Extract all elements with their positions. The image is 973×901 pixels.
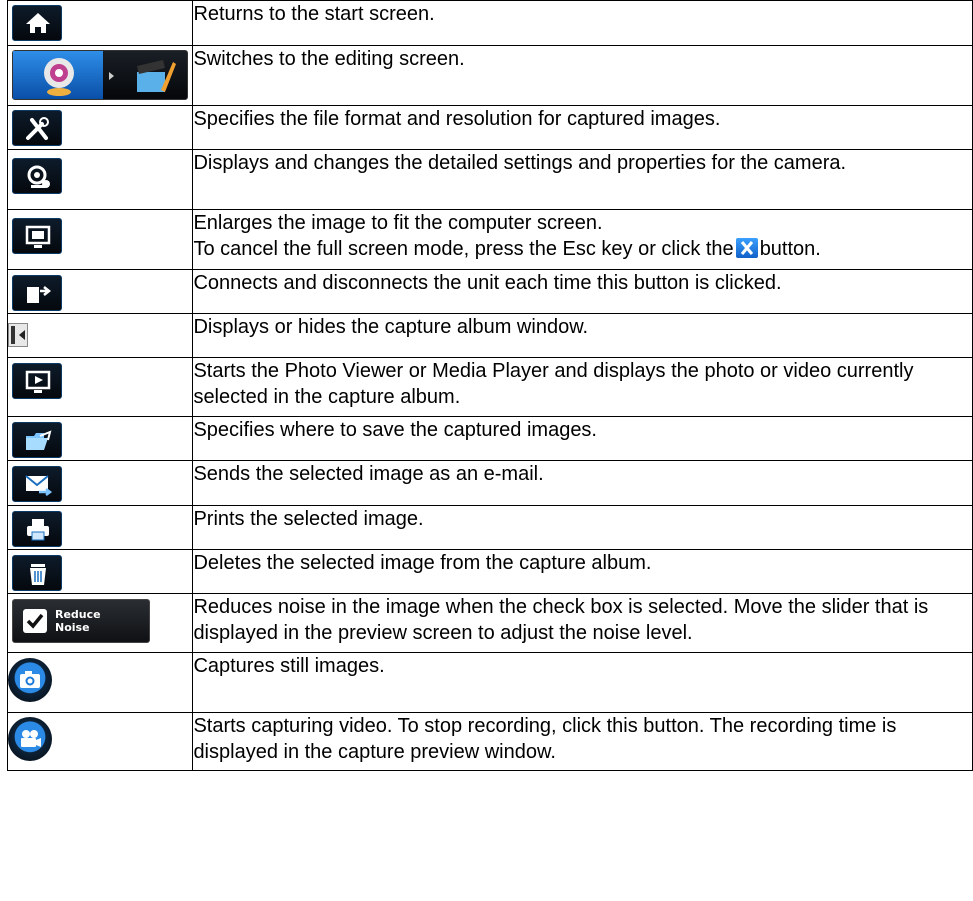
table-row: Enlarges the image to fit the computer s…	[6, 209, 973, 270]
camera-to-editing-switch-icon	[12, 50, 188, 100]
table-row: Displays or hides the capture album wind…	[6, 313, 973, 358]
table-row: Connects and disconnects the unit each t…	[6, 269, 973, 314]
table-row: Deletes the selected image from the capt…	[6, 549, 973, 594]
description: Deletes the selected image from the capt…	[192, 549, 973, 594]
description: Displays and changes the detailed settin…	[193, 152, 847, 174]
table-row: Displays and changes the detailed settin…	[6, 149, 973, 210]
description: Captures still images.	[192, 652, 973, 713]
description: Returns to the start screen.	[192, 0, 973, 46]
table-row: Sends the selected image as an e-mail.	[6, 460, 973, 506]
description-cancel-text: To cancel the full screen mode, press th…	[193, 238, 734, 260]
email-icon	[12, 466, 62, 502]
button-reference-table: Returns to the start screen. Switches to…	[6, 0, 973, 771]
play-viewer-icon	[12, 363, 62, 399]
checkbox-icon	[23, 609, 47, 633]
description: Starts the Photo Viewer or Media Player …	[193, 360, 914, 408]
table-row: Returns to the start screen.	[6, 0, 973, 46]
table-row: Specifies where to save the captured ima…	[6, 416, 973, 461]
table-row: Starts the Photo Viewer or Media Player …	[6, 357, 973, 417]
full-screen-icon	[12, 218, 62, 254]
close-icon	[735, 238, 758, 258]
description: Displays or hides the capture album wind…	[192, 313, 973, 358]
table-row: Reduce Noise Reduces noise in the image …	[6, 593, 973, 653]
description-cancel-suffix: button.	[759, 238, 821, 260]
description: Specifies the file format and resolution…	[192, 105, 973, 150]
album-toggle-icon	[8, 323, 28, 347]
video-record-icon	[8, 717, 52, 761]
table-row: Specifies the file format and resolution…	[6, 105, 973, 150]
table-row: Starts capturing video. To stop recordin…	[6, 712, 973, 771]
camera-settings-icon	[12, 158, 62, 194]
reduce-noise-checkbox: Reduce Noise	[12, 599, 150, 643]
description: Starts capturing video. To stop recordin…	[193, 715, 897, 763]
trash-icon	[12, 555, 62, 591]
description: Specifies where to save the captured ima…	[192, 416, 973, 461]
description: Switches to the editing screen.	[192, 45, 973, 106]
tools-icon	[12, 110, 62, 146]
description: Prints the selected image.	[192, 505, 973, 550]
camera-capture-icon	[8, 658, 52, 702]
reduce-noise-label: Reduce Noise	[55, 608, 101, 634]
print-icon	[12, 511, 62, 547]
description: Sends the selected image as an e-mail.	[192, 460, 973, 506]
table-row: Captures still images.	[6, 652, 973, 713]
table-row: Switches to the editing screen.	[6, 45, 973, 106]
description: Reduces noise in the image when the chec…	[193, 596, 929, 644]
table-row: Prints the selected image.	[6, 505, 973, 550]
description: Enlarges the image to fit the computer s…	[193, 212, 603, 234]
folder-icon	[12, 422, 62, 458]
description: Connects and disconnects the unit each t…	[192, 269, 973, 314]
connect-icon	[12, 275, 62, 311]
home-icon	[12, 5, 62, 41]
